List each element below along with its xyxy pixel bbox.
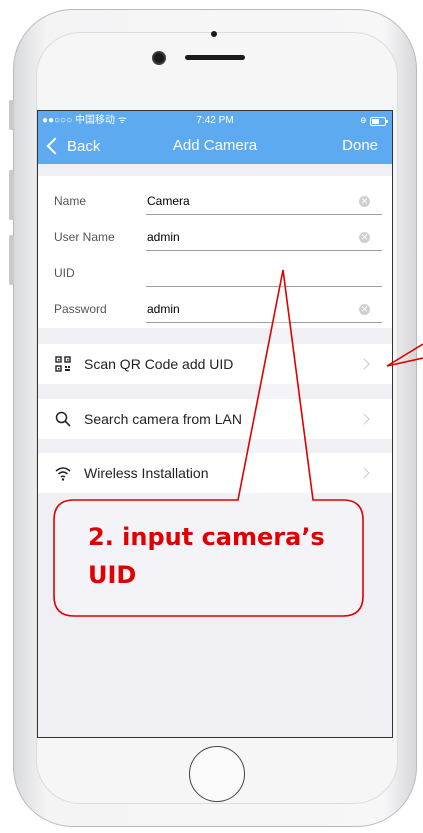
user-name-row: User Name admin ✕ — [38, 220, 392, 256]
qr-code-icon — [55, 356, 71, 372]
volume-down-button — [9, 235, 14, 285]
front-camera — [152, 51, 166, 65]
chevron-right-icon — [358, 413, 370, 425]
camera-form: Name Camera ✕ User Name admin ✕ UID Pass… — [38, 176, 392, 328]
status-extra: ɵ — [360, 115, 366, 126]
app-screen: ●●○○○ 中国移动 ᯤ 7:42 PM ɵ Back Add Camera D… — [37, 110, 393, 738]
done-button[interactable]: Done — [342, 133, 378, 159]
uid-row: UID — [38, 256, 392, 292]
user-name-field[interactable]: admin — [147, 230, 180, 244]
user-name-underline — [146, 250, 382, 251]
name-row: Name Camera ✕ — [38, 184, 392, 220]
uid-label: UID — [54, 266, 75, 280]
uid-field[interactable] — [147, 266, 347, 282]
annotation-text: 2. input camera’s UID — [88, 523, 325, 589]
battery-icon — [370, 116, 388, 126]
scan-qr-label: Scan QR Code add UID — [84, 356, 234, 372]
chevron-right-icon — [358, 358, 370, 370]
name-field[interactable]: Camera — [147, 194, 190, 208]
chevron-right-icon — [358, 467, 370, 479]
proximity-sensor — [211, 31, 217, 37]
name-underline — [146, 214, 382, 215]
wifi-icon — [55, 467, 71, 481]
password-underline — [146, 322, 382, 323]
scan-qr-row[interactable]: Scan QR Code add UID — [38, 344, 392, 384]
earpiece-speaker — [185, 55, 245, 60]
password-label: Password — [54, 302, 107, 316]
home-button[interactable] — [189, 746, 245, 802]
clear-icon[interactable]: ✕ — [359, 196, 370, 207]
page-title: Add Camera — [172, 137, 258, 154]
nav-bar: ●●○○○ 中国移动 ᯤ 7:42 PM ɵ Back Add Camera D… — [38, 111, 392, 164]
search-icon — [55, 411, 71, 427]
password-row: Password admin ✕ — [38, 292, 392, 328]
mute-switch — [9, 100, 14, 130]
search-lan-label: Search camera from LAN — [84, 411, 242, 427]
wireless-install-row[interactable]: Wireless Installation — [38, 453, 392, 493]
user-name-label: User Name — [54, 230, 115, 244]
clear-icon[interactable]: ✕ — [359, 304, 370, 315]
name-label: Name — [54, 194, 87, 208]
search-lan-row[interactable]: Search camera from LAN — [38, 399, 392, 439]
password-field[interactable]: admin — [147, 302, 180, 316]
clear-icon[interactable]: ✕ — [359, 232, 370, 243]
status-time: 7:42 PM — [196, 115, 234, 126]
status-right: ɵ — [360, 113, 388, 129]
volume-up-button — [9, 170, 14, 220]
wireless-install-label: Wireless Installation — [84, 465, 209, 481]
uid-underline — [146, 286, 382, 287]
